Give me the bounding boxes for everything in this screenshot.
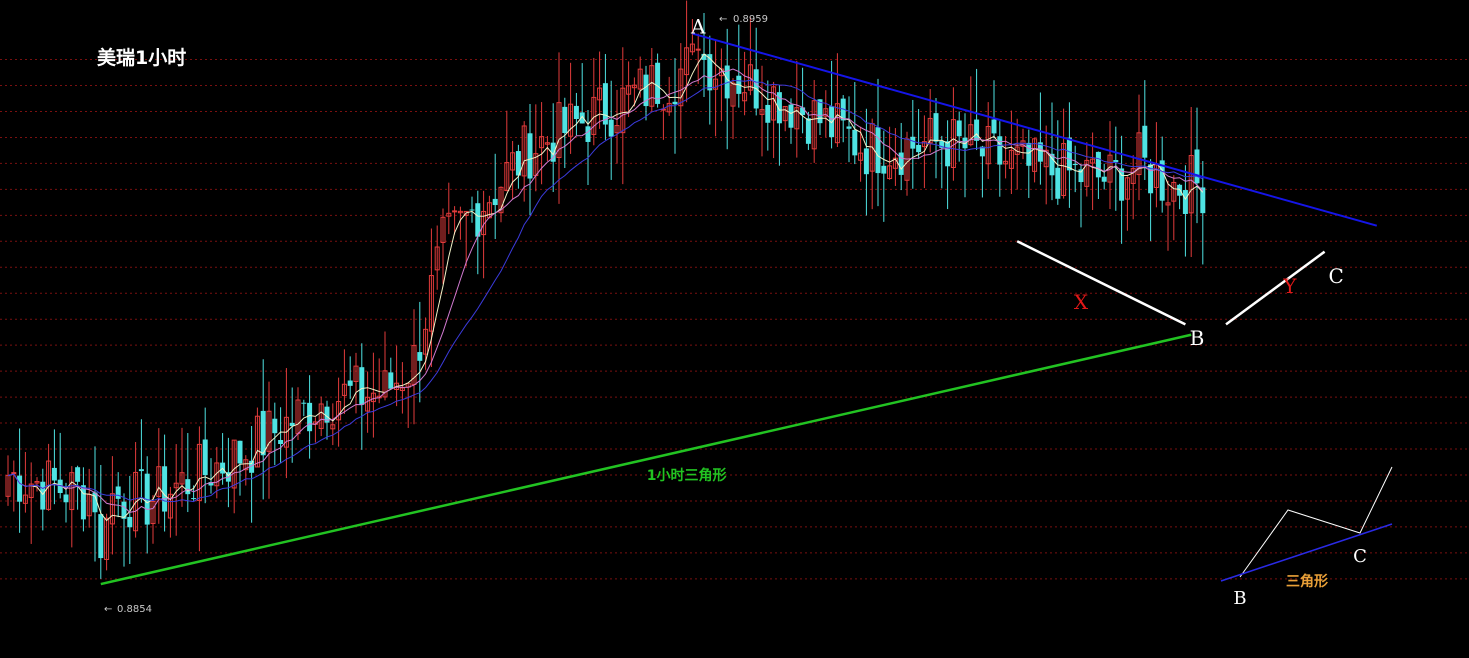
trendline-x-leg — [1016, 240, 1186, 326]
annotation-c: C — [1329, 264, 1344, 288]
candle-body-up — [695, 48, 701, 51]
candle-body-down — [608, 119, 614, 137]
candle-body-down — [40, 481, 46, 510]
candle-body-down — [672, 101, 678, 105]
candle-body-down — [562, 106, 568, 134]
candle-body-down — [388, 372, 394, 389]
annotation-b: B — [1190, 326, 1205, 350]
candle-body-down — [875, 127, 881, 174]
annotation-x: X — [1074, 290, 1089, 314]
candle-body-down — [138, 469, 144, 472]
candle-body-down — [301, 402, 307, 404]
low-price-arrow: ← — [104, 604, 112, 615]
annotation-a: A — [690, 15, 706, 39]
chart-labels: 美瑞1小时 0.8959 ← 0.8854 ← A B C X Y 1小时三角形 — [97, 14, 1344, 615]
candle-body-down — [359, 367, 365, 405]
candle-body-down — [1095, 151, 1101, 178]
candle-body-down — [63, 494, 69, 503]
candle-body-down — [852, 129, 858, 156]
candles — [5, 0, 1206, 579]
candle-body-down — [863, 148, 869, 175]
candle-body-down — [846, 126, 852, 129]
candle-body-down — [916, 144, 922, 153]
ma-slow-line — [7, 79, 1204, 503]
candle-body-down — [417, 352, 423, 361]
inset-caption: 三角形 — [1286, 573, 1328, 590]
candle-body-down — [655, 62, 661, 104]
inset-zigzag — [1239, 466, 1393, 578]
annotation-pattern-name: 1小时三角形 — [647, 467, 727, 484]
candle-body-down — [974, 119, 980, 141]
high-price-label: 0.8959 — [733, 14, 768, 25]
candle-body-down — [51, 467, 57, 481]
candle-body-down — [98, 514, 104, 559]
candle-body-down — [162, 466, 168, 512]
candle-body-down — [1101, 176, 1107, 182]
candle-body-down — [991, 119, 997, 134]
candle-body-down — [881, 165, 887, 174]
trendlines — [100, 32, 1378, 586]
inset-label-c: C — [1353, 546, 1367, 567]
candle-body-down — [469, 209, 475, 211]
candle-body-down — [260, 410, 266, 456]
candle-body-down — [910, 136, 916, 149]
candle-body-down — [278, 439, 284, 445]
candle-body-down — [202, 439, 208, 476]
candle-body-down — [1055, 167, 1061, 199]
candle-body-down — [945, 141, 951, 167]
annotation-y: Y — [1282, 274, 1297, 298]
candle-body-up — [452, 210, 458, 213]
candle-body-down — [75, 467, 81, 482]
candle-body-down — [997, 136, 1003, 165]
candle-body-down — [1026, 142, 1032, 166]
candle-body-down — [1113, 160, 1119, 163]
candle-body-down — [307, 402, 313, 432]
candle-body-down — [573, 105, 579, 120]
candle-body-down — [492, 198, 498, 206]
candle-body-down — [127, 516, 133, 528]
chart-svg: B C 三角形 美瑞1小时 0.8959 ← 0.8854 ← A B C X Y 1小时… — [0, 0, 1469, 615]
candle-body-down — [272, 418, 278, 434]
candle-body-down — [579, 112, 585, 124]
candle-body-down — [527, 133, 533, 179]
candle-body-down — [1072, 163, 1078, 166]
candle-body-down — [185, 479, 191, 495]
candle-body-down — [1142, 125, 1148, 158]
candle-body-down — [1066, 137, 1072, 171]
inset-diagram: B C 三角形 — [1220, 466, 1393, 609]
inset-label-b: B — [1233, 588, 1246, 609]
candle-body-down — [191, 498, 197, 500]
candle-body-down — [1200, 187, 1206, 214]
candle-body-down — [237, 440, 243, 464]
gridlines — [0, 59, 1469, 580]
low-price-label: 0.8854 — [117, 604, 152, 615]
trendline-y-leg — [1225, 250, 1326, 326]
candle-body-down — [805, 118, 811, 144]
candle-body-down — [1194, 149, 1200, 184]
chart-area: B C 三角形 美瑞1小时 0.8959 ← 0.8854 ← A B C X Y 1小时… — [0, 0, 1469, 658]
candle-body-down — [1182, 190, 1188, 214]
high-price-arrow: ← — [719, 14, 727, 25]
candle-body-up — [11, 472, 17, 475]
candle-body-down — [765, 104, 771, 123]
chart-title: 美瑞1小时 — [97, 46, 186, 69]
trendline-upper — [692, 32, 1378, 227]
candle-body-down — [115, 486, 121, 499]
candle-body-down — [347, 380, 353, 386]
candle-body-down — [788, 104, 794, 128]
candle-body-down — [585, 126, 591, 142]
candle-body-down — [17, 475, 23, 502]
candle-body-down — [956, 120, 962, 137]
candle-body-down — [80, 485, 86, 520]
candle-body-down — [933, 113, 939, 142]
